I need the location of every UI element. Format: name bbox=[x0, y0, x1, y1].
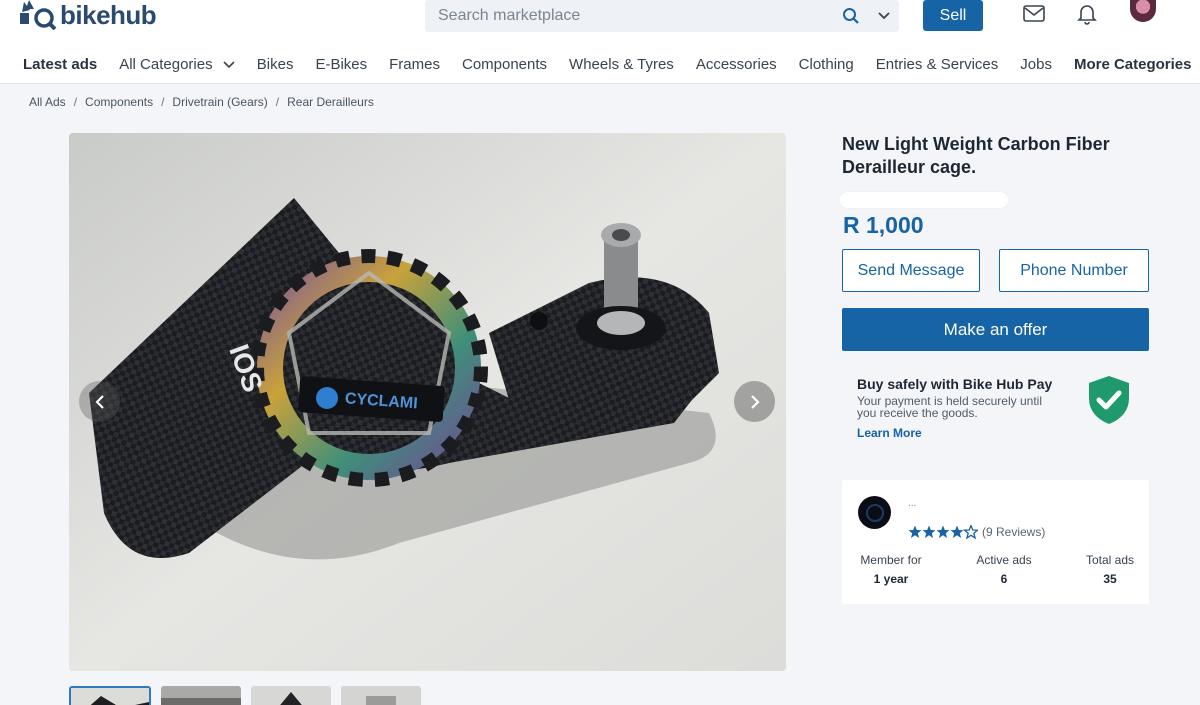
gallery-prev-button[interactable] bbox=[79, 381, 120, 422]
nav-accessories[interactable]: Accessories bbox=[696, 56, 777, 73]
nav-e-bikes[interactable]: E-Bikes bbox=[315, 56, 367, 73]
nav-more-categories[interactable]: More Categories bbox=[1074, 56, 1192, 73]
seller-card: ... (9 Reviews) Member for 1 year Active… bbox=[842, 480, 1149, 604]
sell-button[interactable]: Sell bbox=[923, 0, 983, 31]
nav-bikes[interactable]: Bikes bbox=[257, 56, 294, 73]
make-offer-button[interactable]: Make an offer bbox=[842, 308, 1149, 351]
send-message-button[interactable]: Send Message bbox=[842, 249, 980, 292]
gallery-next-button[interactable] bbox=[734, 381, 775, 422]
breadcrumb-drivetrain[interactable]: Drivetrain (Gears) bbox=[172, 95, 267, 109]
thumbnail-strip bbox=[69, 686, 421, 705]
chevron-down-icon bbox=[223, 60, 235, 68]
user-avatar[interactable] bbox=[1130, 0, 1156, 22]
stat-active-ads: Active ads 6 bbox=[972, 553, 1036, 586]
mail-icon[interactable] bbox=[1021, 2, 1047, 26]
thumbnail[interactable] bbox=[69, 686, 151, 705]
breadcrumb: All Ads / Components / Drivetrain (Gears… bbox=[29, 95, 374, 109]
thumbnail[interactable] bbox=[251, 686, 331, 705]
stat-value: 1 year bbox=[873, 572, 909, 586]
breadcrumb-separator: / bbox=[73, 95, 78, 109]
search-bar bbox=[425, 0, 899, 32]
search-input[interactable] bbox=[425, 0, 833, 32]
nav-components[interactable]: Components bbox=[462, 56, 547, 73]
stat-label: Total ads bbox=[1085, 553, 1135, 567]
stat-label: Active ads bbox=[976, 553, 1032, 567]
listing-main-image[interactable]: CYCLAMI IOS bbox=[69, 133, 786, 671]
thumbnail[interactable] bbox=[341, 686, 421, 705]
nav-entries-services[interactable]: Entries & Services bbox=[876, 56, 999, 73]
breadcrumb-all-ads[interactable]: All Ads bbox=[29, 95, 66, 109]
logo-mark-icon bbox=[20, 0, 58, 31]
logo-text: bikehub bbox=[60, 0, 157, 30]
shield-check-icon bbox=[1089, 376, 1129, 424]
safe-pay-text: Your payment is held securely until you … bbox=[857, 394, 1042, 420]
category-nav: Latest ads All Categories Bikes E-Bikes … bbox=[23, 52, 1200, 76]
redacted-location bbox=[840, 192, 1008, 208]
chevron-down-icon[interactable] bbox=[869, 0, 899, 32]
breadcrumb-components[interactable]: Components bbox=[85, 95, 153, 109]
star-rating-icon bbox=[908, 525, 978, 539]
nav-clothing[interactable]: Clothing bbox=[799, 56, 854, 73]
chevron-left-icon bbox=[94, 394, 104, 409]
chevron-right-icon bbox=[750, 394, 760, 409]
seller-rating: (9 Reviews) bbox=[908, 525, 1045, 539]
phone-number-button[interactable]: Phone Number bbox=[999, 249, 1149, 292]
safe-pay-panel: Buy safely with Bike Hub Pay Your paymen… bbox=[857, 376, 1057, 440]
stat-value: 35 bbox=[1103, 572, 1117, 586]
top-header: bikehub Sell Latest ads All Categories B… bbox=[0, 0, 1200, 84]
thumbnail[interactable] bbox=[161, 686, 241, 705]
learn-more-link[interactable]: Learn More bbox=[857, 426, 1057, 440]
nav-jobs[interactable]: Jobs bbox=[1020, 56, 1052, 73]
nav-all-categories[interactable]: All Categories bbox=[119, 56, 235, 73]
listing-price: R 1,000 bbox=[843, 212, 924, 238]
nav-all-categories-label: All Categories bbox=[119, 55, 213, 73]
stat-value: 6 bbox=[1000, 572, 1008, 586]
stat-label: Member for bbox=[860, 553, 922, 567]
breadcrumb-separator: / bbox=[275, 95, 280, 109]
stat-member-for: Member for 1 year bbox=[858, 553, 924, 586]
cyclami-logo-icon bbox=[316, 387, 338, 409]
breadcrumb-rear-derailleurs[interactable]: Rear Derailleurs bbox=[287, 95, 374, 109]
nav-frames[interactable]: Frames bbox=[389, 56, 440, 73]
listing-title: New Light Weight Carbon Fiber Derailleur… bbox=[842, 134, 1110, 177]
bikehub-logo[interactable]: bikehub bbox=[20, 0, 157, 31]
seller-avatar[interactable] bbox=[858, 496, 891, 529]
nav-latest-ads[interactable]: Latest ads bbox=[23, 56, 97, 73]
stat-total-ads: Total ads 35 bbox=[1082, 553, 1138, 586]
search-icon[interactable] bbox=[833, 0, 869, 32]
seller-name[interactable]: ... bbox=[908, 498, 916, 509]
nav-wheels-tyres[interactable]: Wheels & Tyres bbox=[569, 56, 674, 73]
safe-pay-title: Buy safely with Bike Hub Pay bbox=[857, 376, 1053, 392]
breadcrumb-separator: / bbox=[161, 95, 165, 109]
review-count[interactable]: (9 Reviews) bbox=[982, 525, 1045, 539]
bell-icon[interactable] bbox=[1074, 2, 1100, 26]
